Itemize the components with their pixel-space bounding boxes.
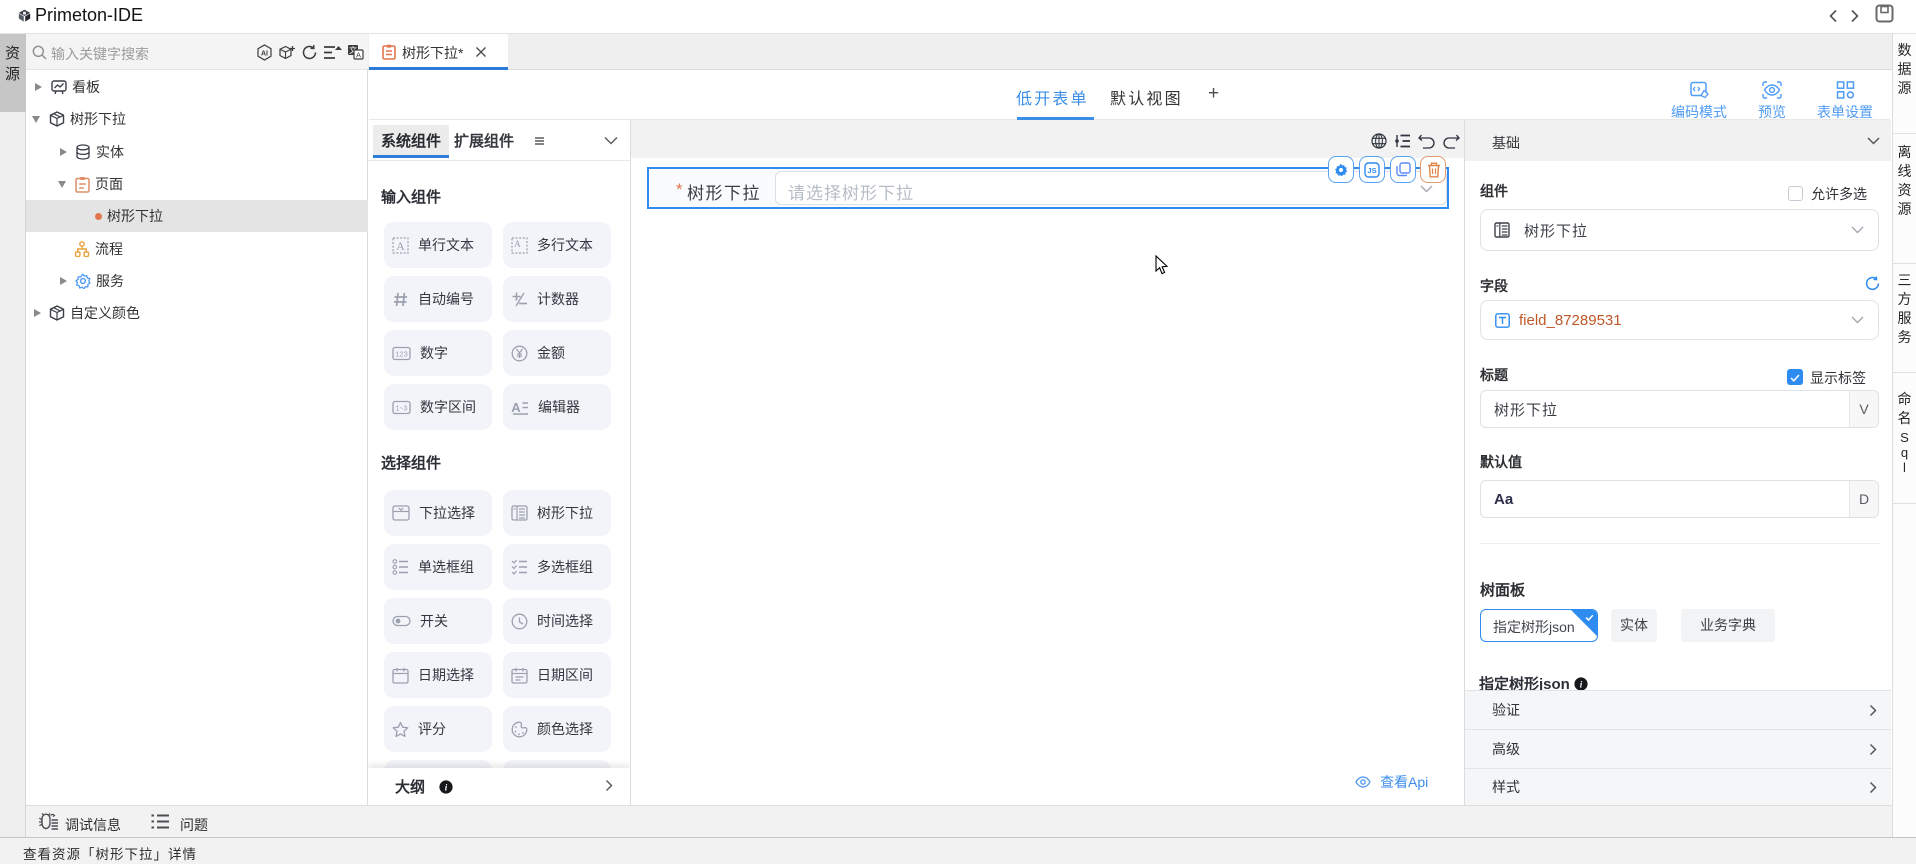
svg-text:JS: JS — [1367, 166, 1376, 175]
svg-text:A: A — [514, 239, 521, 249]
svg-text:A: A — [511, 400, 521, 415]
svg-text:A: A — [396, 239, 405, 253]
svg-text:123: 123 — [395, 349, 408, 358]
svg-text:A: A — [356, 51, 361, 60]
svg-text:AI: AI — [261, 51, 268, 58]
svg-text:1~3: 1~3 — [396, 405, 408, 412]
